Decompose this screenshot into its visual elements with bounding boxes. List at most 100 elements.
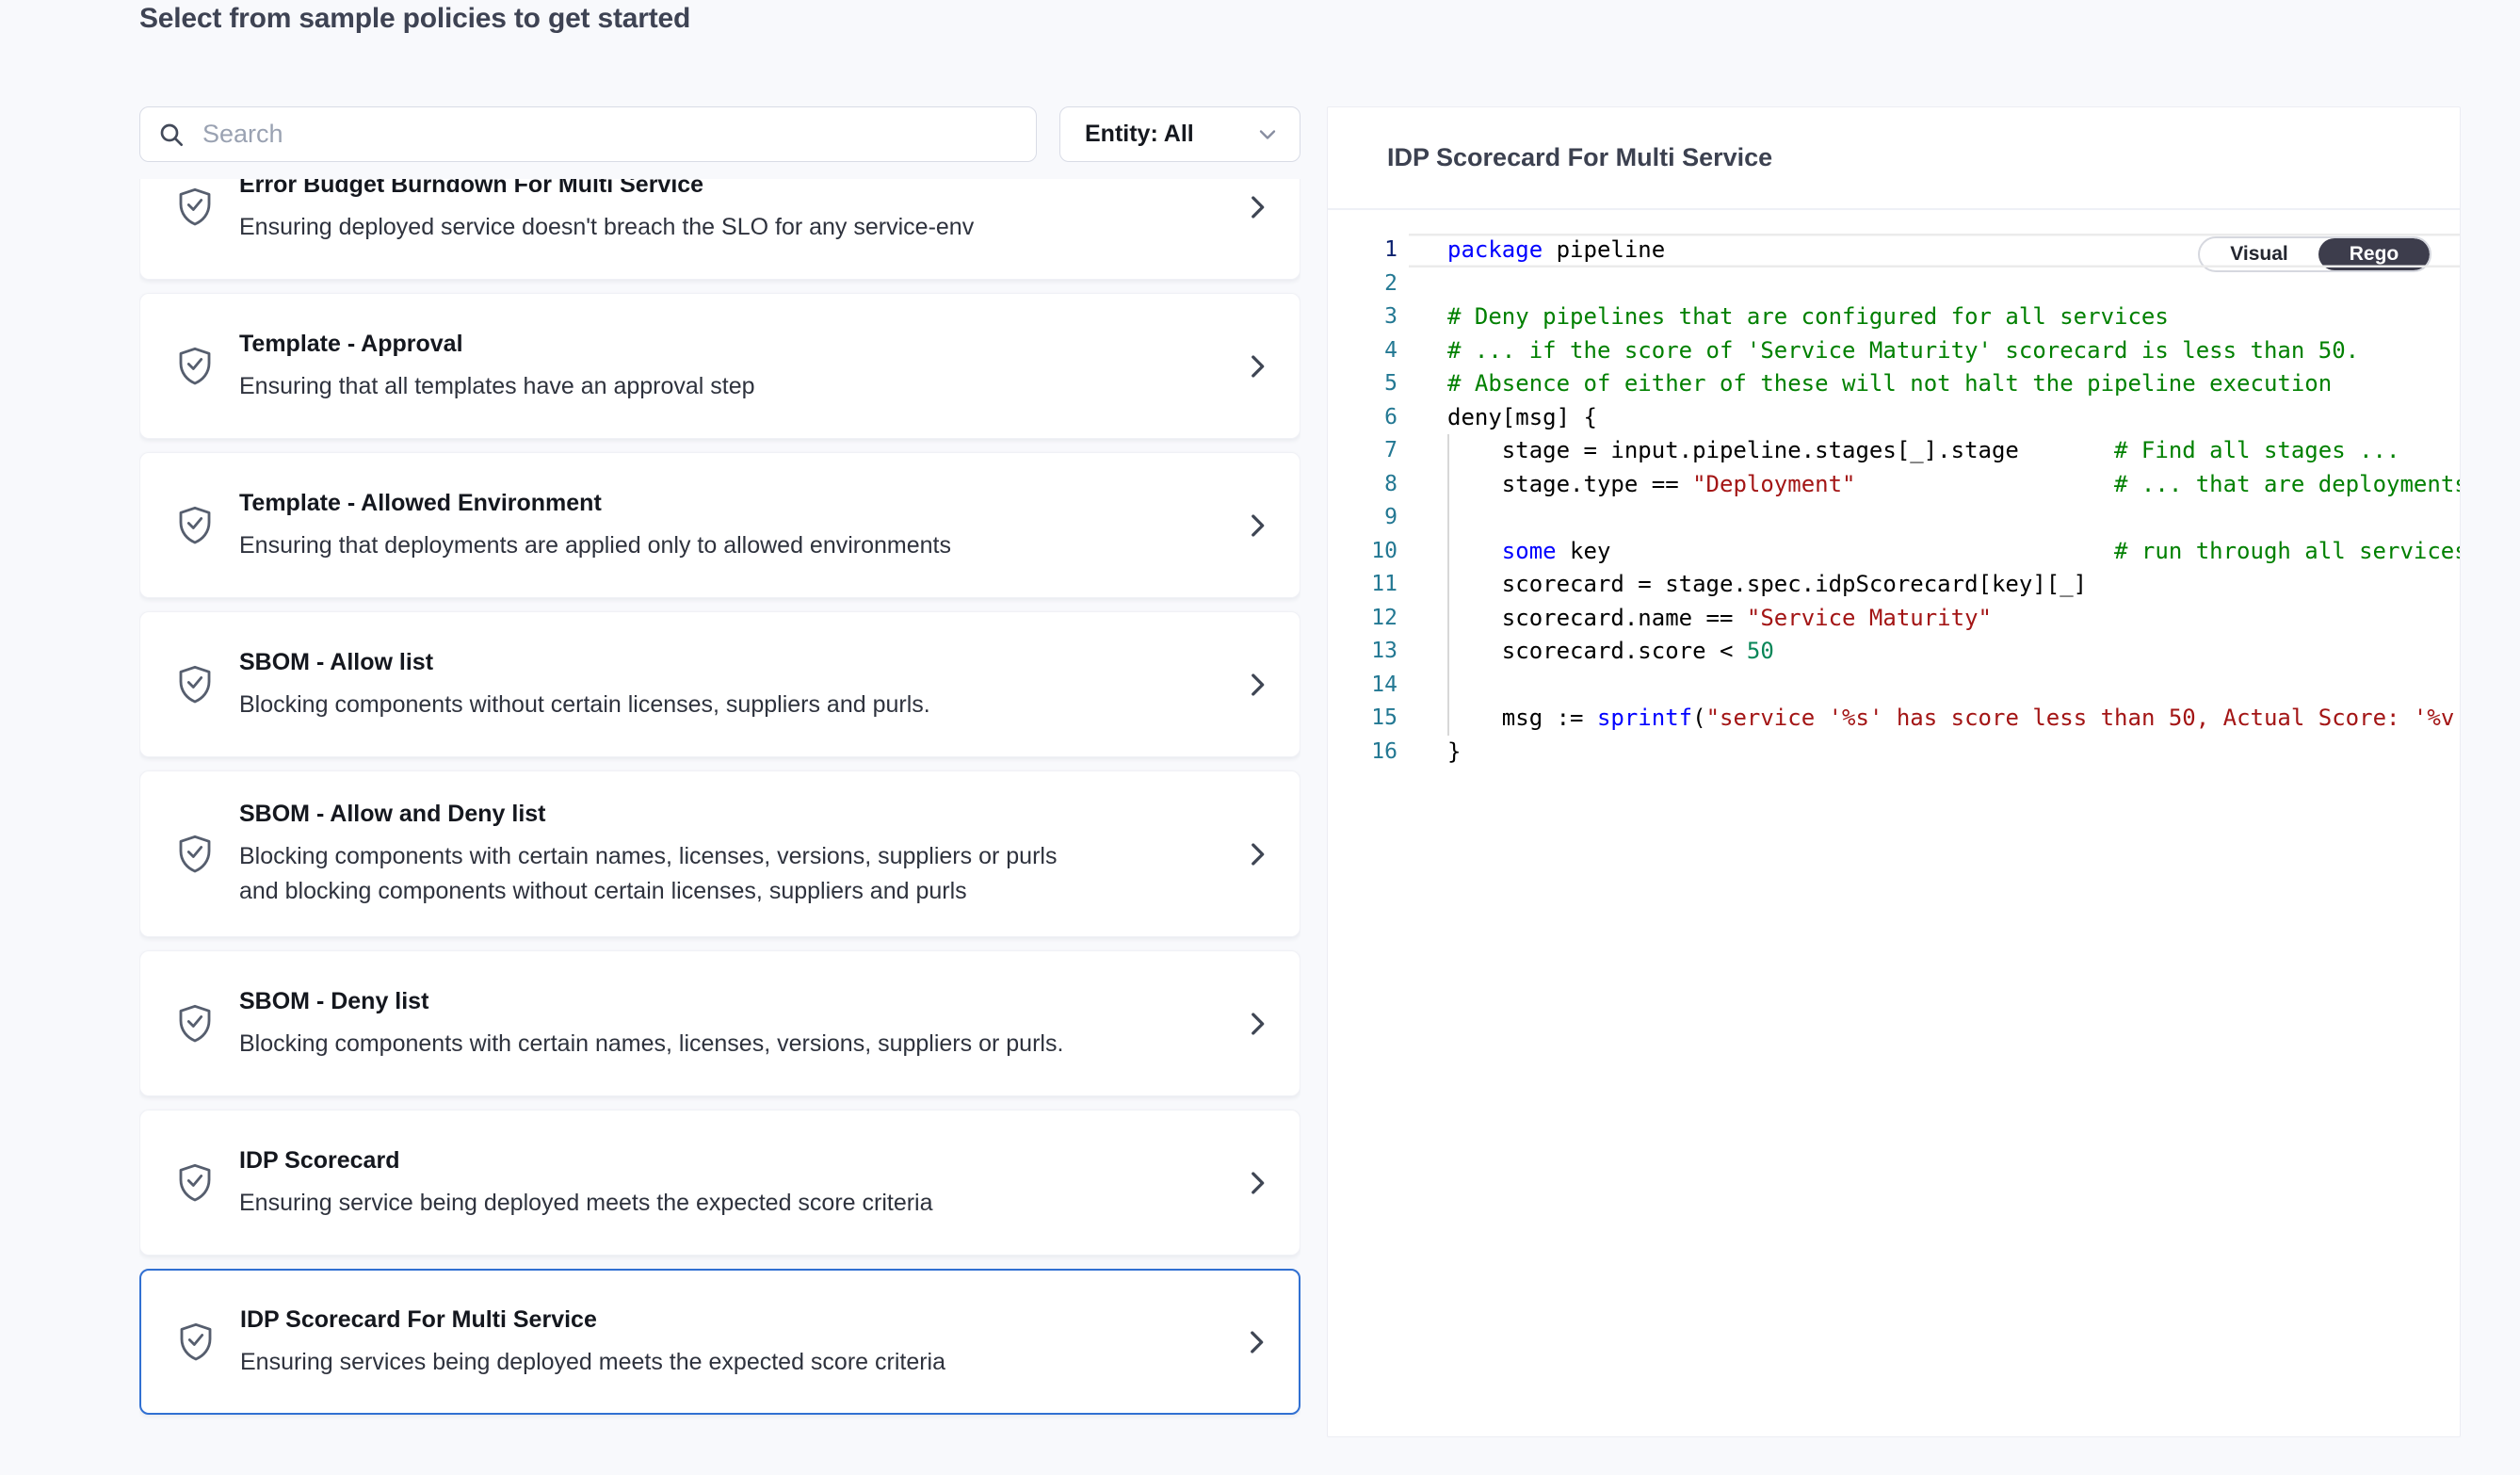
chevron-right-icon[interactable] [1241,1008,1273,1040]
policy-description: Ensuring services being deployed meets t… [240,1345,945,1380]
policy-detail-header: IDP Scorecard For Multi Service [1328,107,2460,210]
code-line: scorecard = stage.spec.idpScorecard[key]… [1409,568,2460,602]
code-line: msg := sprintf("service '%s' has score l… [1409,702,2460,736]
policy-title: IDP Scorecard For Multi Service [240,1305,945,1335]
policy-title: Error Budget Burndown For Multi Service [239,179,974,200]
code-line-row: 9 [1328,501,2460,535]
policy-description: Blocking components with certain names, … [239,839,1087,909]
code-line-row: 1package pipeline [1328,234,2460,267]
shield-check-icon [176,832,214,877]
code-line: scorecard.score < 50 [1409,635,2460,669]
line-number: 16 [1328,736,1409,770]
policy-card[interactable]: SBOM - Allow list Blocking components wit… [139,611,1300,757]
shield-check-icon [176,662,214,707]
code-line: # Deny pipelines that are configured for… [1409,300,2460,334]
line-number: 9 [1328,501,1409,535]
sample-policies-page: Select from sample policies to get start… [0,2,2520,1437]
policy-title: SBOM - Deny list [239,986,1063,1016]
content: Entity: All Error Budget Burndown For Mu… [139,106,2520,1437]
chevron-down-icon [1254,122,1281,148]
code-line [1409,267,2460,301]
policy-description: Blocking components without certain lice… [239,688,930,722]
line-number: 4 [1328,334,1409,368]
policy-card[interactable]: SBOM - Allow and Deny list Blocking compo… [139,770,1300,937]
code-line: # Absence of either of these will not ha… [1409,367,2460,401]
search-icon [156,120,186,150]
code-line-row: 2 [1328,267,2460,301]
code-line-row: 7 stage = input.pipeline.stages[_].stage… [1328,434,2460,468]
line-number: 5 [1328,367,1409,401]
shield-check-icon [177,1320,215,1365]
line-number: 11 [1328,568,1409,602]
code-line-row: 8 stage.type == "Deployment" # ... that … [1328,468,2460,502]
rego-code-editor: Visual Rego 1package pipeline23# Deny pi… [1328,210,2460,1436]
policy-title: IDP Scorecard [239,1145,933,1175]
policy-description: Ensuring that all templates have an appr… [239,369,755,404]
policy-description: Ensuring service being deployed meets th… [239,1186,933,1221]
policy-card[interactable]: Template - Allowed Environment Ensuring t… [139,452,1300,598]
page-title: Select from sample policies to get start… [139,2,2520,36]
code-line-row: 5# Absence of either of these will not h… [1328,367,2460,401]
line-number: 14 [1328,669,1409,703]
policy-title: SBOM - Allow list [239,647,930,677]
line-number: 10 [1328,535,1409,569]
policy-card-text: Template - Approval Ensuring that all tem… [239,329,755,404]
policy-card[interactable]: IDP Scorecard For Multi Service Ensuring … [139,1269,1300,1415]
chevron-right-icon[interactable] [1240,1326,1272,1358]
entity-filter-dropdown[interactable]: Entity: All [1059,106,1300,162]
line-number: 6 [1328,401,1409,435]
code-line: stage.type == "Deployment" # ... that ar… [1409,468,2460,502]
code-line: stage = input.pipeline.stages[_].stage #… [1409,434,2460,468]
code-line-row: 13 scorecard.score < 50 [1328,635,2460,669]
policy-detail-title: IDP Scorecard For Multi Service [1387,143,1772,172]
code-line: # ... if the score of 'Service Maturity'… [1409,334,2460,368]
policy-card[interactable]: Template - Approval Ensuring that all tem… [139,293,1300,439]
policy-card[interactable]: SBOM - Deny list Blocking components with… [139,950,1300,1096]
code-line: some key # run through all services [1409,535,2460,569]
policy-title: Template - Allowed Environment [239,488,951,518]
policy-list-column: Entity: All Error Budget Burndown For Mu… [139,106,1300,1437]
code-line-row: 3# Deny pipelines that are configured fo… [1328,300,2460,334]
code-line-row: 6deny[msg] { [1328,401,2460,435]
policy-card-text: Error Budget Burndown For Multi Service E… [239,179,974,245]
code-line [1409,501,2460,535]
policy-card-text: IDP Scorecard For Multi Service Ensuring … [240,1305,945,1380]
policy-card-text: Template - Allowed Environment Ensuring t… [239,488,951,563]
policy-card[interactable]: Error Budget Burndown For Multi Service E… [139,179,1300,280]
policy-description: Blocking components with certain names, … [239,1027,1063,1062]
policy-card-text: SBOM - Allow and Deny list Blocking compo… [239,799,1087,909]
policy-title: SBOM - Allow and Deny list [239,799,1087,829]
policy-card-text: SBOM - Allow list Blocking components wit… [239,647,930,722]
shield-check-icon [176,185,214,230]
code-line: package pipeline [1409,234,2460,267]
code-line-row: 11 scorecard = stage.spec.idpScorecard[k… [1328,568,2460,602]
code-line-row: 10 some key # run through all services [1328,535,2460,569]
policy-description: Ensuring deployed service doesn't breach… [239,210,974,245]
policy-card[interactable]: IDP Scorecard Ensuring service being depl… [139,1110,1300,1256]
shield-check-icon [176,503,214,548]
line-number: 2 [1328,267,1409,301]
chevron-right-icon[interactable] [1241,669,1273,701]
line-number: 1 [1328,234,1409,267]
chevron-right-icon[interactable] [1241,350,1273,382]
code-line-row: 12 scorecard.name == "Service Maturity" [1328,602,2460,636]
code-line-row: 16} [1328,736,2460,770]
policy-description: Ensuring that deployments are applied on… [239,528,951,563]
policy-detail-panel: IDP Scorecard For Multi Service Visual R… [1327,106,2461,1437]
chevron-right-icon[interactable] [1241,191,1273,223]
code-line: } [1409,736,2460,770]
line-number: 13 [1328,635,1409,669]
line-number: 15 [1328,702,1409,736]
line-number: 7 [1328,434,1409,468]
code-line: scorecard.name == "Service Maturity" [1409,602,2460,636]
line-number: 8 [1328,468,1409,502]
shield-check-icon [176,344,214,389]
chevron-right-icon[interactable] [1241,838,1273,870]
chevron-right-icon[interactable] [1241,510,1273,542]
policy-list[interactable]: Error Budget Burndown For Multi Service E… [139,179,1300,1437]
policy-title: Template - Approval [239,329,755,359]
shield-check-icon [176,1160,214,1206]
search-box[interactable] [139,106,1037,162]
chevron-right-icon[interactable] [1241,1167,1273,1199]
search-input[interactable] [186,119,1036,150]
